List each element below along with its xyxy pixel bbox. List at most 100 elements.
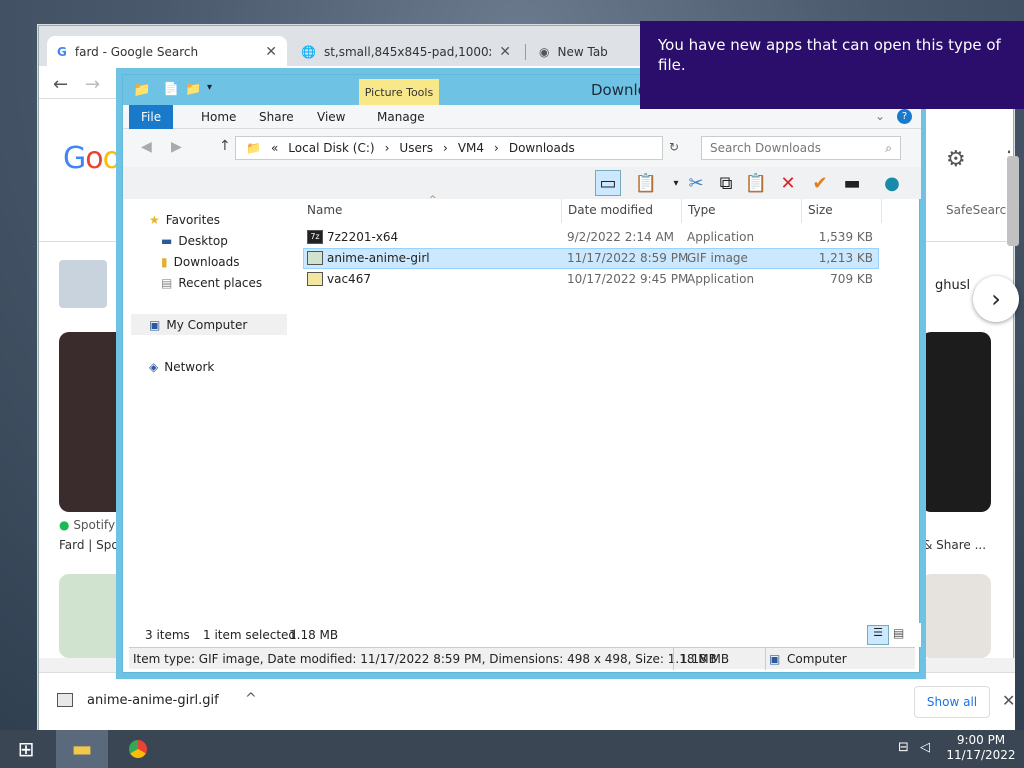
volume-icon[interactable]: ◁: [920, 740, 930, 755]
explorer-window: 📁 📄 📁 ▾ Downlo Picture Tools File Home S…: [122, 74, 921, 673]
search-downloads-input[interactable]: Search Downloads ⌕: [701, 136, 901, 160]
new-folder-icon[interactable]: 📁: [185, 82, 201, 97]
col-divider[interactable]: [681, 199, 682, 223]
close-tab-icon[interactable]: ✕: [499, 44, 511, 60]
breadcrumb-downloads[interactable]: Downloads: [509, 141, 575, 155]
divider: [673, 648, 674, 670]
file-row-selected[interactable]: anime-anime-girl 11/17/2022 8:59 PM GIF …: [303, 248, 879, 269]
vertical-scrollbar[interactable]: [1007, 156, 1019, 246]
customize-toolbar-icon[interactable]: ▾: [207, 82, 212, 93]
chevron-down-icon[interactable]: ⌄: [875, 109, 885, 123]
file-row[interactable]: vac467 10/17/2022 9:45 PM Application 70…: [303, 269, 879, 290]
properties-icon[interactable]: 📄: [163, 82, 179, 97]
network-icon: ◈: [149, 359, 159, 374]
col-size[interactable]: Size: [808, 203, 833, 217]
back-icon[interactable]: ←: [53, 74, 68, 95]
tab-home[interactable]: Home: [189, 105, 248, 129]
notification-toast[interactable]: You have new apps that can open this typ…: [640, 21, 1024, 109]
card-title-right[interactable]: & Share ...: [923, 538, 986, 552]
divider: [765, 648, 766, 670]
preview-pane-icon[interactable]: ▭: [595, 170, 621, 196]
related-thumbnail[interactable]: [59, 260, 107, 308]
selection-count: 1 item selected: [203, 628, 297, 642]
file-name: anime-anime-girl: [327, 251, 430, 265]
chevron-right-icon: ›: [991, 285, 1001, 313]
item-count: 3 items: [145, 628, 190, 642]
clock-time: 9:00 PM: [956, 733, 1006, 747]
file-row[interactable]: 7z 7z2201-x64 9/2/2022 2:14 AM Applicati…: [303, 227, 879, 248]
paste-icon[interactable]: 📋: [743, 170, 769, 196]
col-divider[interactable]: [561, 199, 562, 223]
breadcrumb-sep: ›: [443, 141, 448, 155]
address-bar[interactable]: 📁 « Local Disk (C:) › Users › VM4 › Down…: [235, 136, 663, 160]
breadcrumb-users[interactable]: Users: [399, 141, 433, 155]
show-all-button[interactable]: Show all: [914, 686, 990, 718]
google-g-icon: G: [57, 44, 67, 59]
select-all-icon[interactable]: ▬: [839, 170, 865, 196]
card-title-left[interactable]: Fard | Spoti: [59, 538, 127, 552]
col-divider[interactable]: [801, 199, 802, 223]
copy-icon[interactable]: ⧉: [713, 170, 739, 196]
safesearch-label[interactable]: SafeSearch: [946, 203, 1014, 217]
forward-icon[interactable]: ▶: [171, 139, 182, 155]
tab-file[interactable]: File: [129, 105, 174, 129]
nav-recent-places[interactable]: ▤ Recent places: [161, 272, 291, 293]
start-button[interactable]: ⊞: [0, 730, 52, 768]
col-name[interactable]: Name: [307, 203, 342, 217]
spotify-icon: ●: [59, 518, 70, 532]
tab-view[interactable]: View: [305, 105, 357, 129]
details-size: 1.18 MB: [680, 652, 730, 666]
breadcrumb-vm4[interactable]: VM4: [458, 141, 484, 155]
next-arrow-button[interactable]: ›: [973, 276, 1019, 322]
tab-label: fard - Google Search: [74, 44, 199, 59]
nav-my-computer[interactable]: ▣ My Computer: [131, 314, 287, 335]
related-text-right[interactable]: ghusl: [935, 278, 970, 293]
command-toolbar: ▭ 📋 ▾ ✂ ⧉ 📋 ✕ ✔ ▬ ●: [123, 167, 921, 199]
close-tab-icon[interactable]: ✕: [265, 44, 277, 60]
download-filename[interactable]: anime-anime-girl.gif: [87, 693, 219, 708]
refresh-icon[interactable]: ↻: [669, 140, 679, 154]
chevron-up-icon[interactable]: ^: [245, 691, 257, 707]
breadcrumb-local-disk[interactable]: Local Disk (C:): [288, 141, 374, 155]
forward-icon[interactable]: →: [85, 74, 100, 95]
image-card-bottom-left[interactable]: [59, 574, 127, 658]
large-icons-view-icon[interactable]: ▤: [893, 626, 904, 640]
file-date: 11/17/2022 8:59 PM: [567, 251, 689, 265]
cut-icon[interactable]: ✂: [683, 170, 709, 196]
taskbar-chrome[interactable]: [112, 730, 164, 768]
details-view-icon[interactable]: ☰: [867, 625, 889, 645]
nav-favorites[interactable]: ★ Favorites: [149, 209, 291, 230]
properties-check-icon[interactable]: 📋: [633, 170, 659, 196]
network-tray-icon[interactable]: ⊟: [898, 740, 909, 755]
nav-network[interactable]: ◈ Network: [149, 356, 291, 377]
folder-icon: 📁: [133, 82, 151, 98]
image-card-bottom-right[interactable]: [921, 574, 991, 658]
image-card-left[interactable]: [59, 332, 127, 512]
help-icon[interactable]: ?: [897, 109, 912, 124]
tab-google-search[interactable]: G fard - Google Search ✕: [47, 36, 287, 67]
tab-share[interactable]: Share: [247, 105, 306, 129]
tab-manage[interactable]: Manage: [365, 105, 437, 129]
nav-desktop[interactable]: ▬ Desktop: [161, 230, 291, 251]
taskbar-file-explorer[interactable]: ▬: [56, 730, 108, 768]
rename-check-icon[interactable]: ✔: [807, 170, 833, 196]
file-explorer-icon: ▬: [71, 736, 93, 762]
downloads-folder-icon: ▮: [161, 254, 168, 269]
source-spotify[interactable]: ● Spotify: [59, 518, 115, 532]
globe-icon[interactable]: ●: [879, 170, 905, 196]
delete-icon[interactable]: ✕: [775, 170, 801, 196]
close-icon[interactable]: ✕: [1002, 691, 1015, 710]
col-date-modified[interactable]: Date modified: [568, 203, 653, 217]
back-icon[interactable]: ◀: [141, 139, 152, 155]
image-card-right[interactable]: [921, 332, 991, 512]
col-type[interactable]: Type: [688, 203, 716, 217]
search-icon[interactable]: ⌕: [885, 141, 892, 156]
tab-image[interactable]: 🌐 st,small,845x845-pad,1000x1000 ✕: [291, 36, 521, 67]
file-date: 10/17/2022 9:45 PM: [567, 272, 689, 286]
nav-downloads[interactable]: ▮ Downloads: [161, 251, 291, 272]
settings-gear-icon[interactable]: ⚙: [946, 147, 966, 172]
taskbar-clock[interactable]: 9:00 PM 11/17/2022: [945, 733, 1017, 763]
col-divider[interactable]: [881, 199, 882, 223]
breadcrumb-prefix[interactable]: «: [271, 141, 278, 155]
up-icon[interactable]: ↑: [219, 138, 231, 154]
